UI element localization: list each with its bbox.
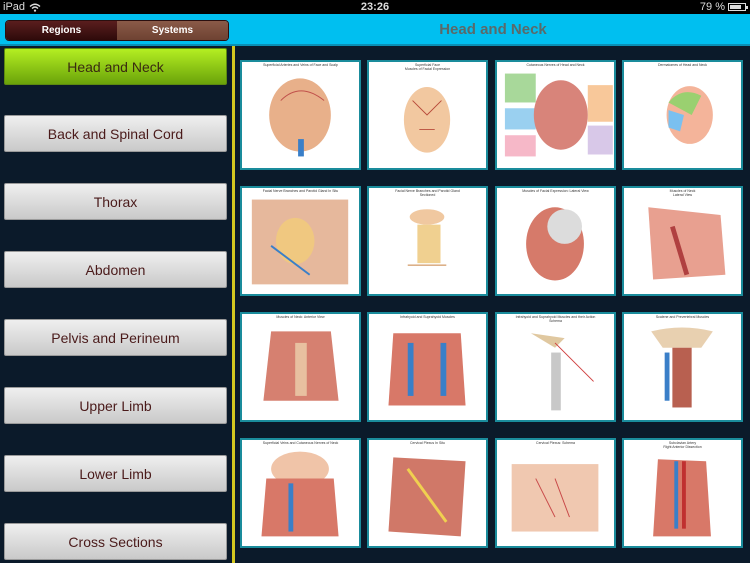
plate-title: Superficial Arteries and Veins of Face a… (263, 63, 338, 67)
plate-tile[interactable]: Infrahyoid and Suprahyoid Muscles (367, 312, 488, 422)
plate-subtitle: Sectioned (419, 193, 436, 197)
plate-tile[interactable]: Scalene and Prevertebral Muscles (622, 312, 743, 422)
plate-tile[interactable]: Facial Nerve Branches and Parotid Gland S… (367, 186, 488, 296)
segment-regions[interactable]: Regions (6, 21, 117, 40)
plate-caption: Scalene and Prevertebral Muscles (624, 315, 741, 319)
plate-illustration (526, 207, 584, 281)
segmented-control: Regions Systems (5, 20, 229, 41)
plate-caption: Facial Nerve Branches and Parotid Gland … (242, 189, 359, 193)
battery-icon (728, 3, 748, 11)
plate-illustration (251, 199, 349, 285)
plate-illustration (263, 331, 339, 401)
plate-caption: Muscles of Neck: Anterior View (242, 315, 359, 319)
plate-caption: Superficial Face Muscles of Facial Expres… (369, 63, 486, 71)
plate-illustration (388, 457, 466, 537)
plate-caption: Cervical Plexus In Situ (369, 441, 486, 445)
clock: 23:26 (360, 1, 390, 13)
page-title: Head and Neck (439, 21, 547, 38)
plate-subtitle: Schema (549, 319, 562, 323)
plate-illustration (666, 86, 713, 144)
plate-title: Muscles of Facial Expression: Lateral Vi… (522, 189, 589, 193)
plate-illustration (530, 333, 594, 411)
plate-illustration (388, 333, 466, 406)
plate-tile[interactable]: Cervical Plexus: Schema (495, 438, 616, 548)
plate-tile[interactable]: Cervical Plexus In Situ (367, 438, 488, 548)
plate-tile[interactable]: Facial Nerve Branches and Parotid Gland … (240, 186, 361, 296)
plate-caption: Muscles of Neck Lateral View (624, 189, 741, 197)
plate-tile[interactable]: Infrahyoid and Suprahyoid Muscles and th… (495, 312, 616, 422)
plate-caption: Infrahyoid and Suprahyoid Muscles and th… (497, 315, 614, 323)
battery-percent: 79 % (699, 1, 725, 13)
sidebar-item-pelvis-and-perineum[interactable]: Pelvis and Perineum (4, 319, 227, 356)
plate-illustration (261, 451, 339, 537)
plate-tile[interactable]: Muscles of Neck: Anterior View (240, 312, 361, 422)
plate-illustration (651, 327, 713, 408)
sidebar-item-upper-limb[interactable]: Upper Limb (4, 387, 227, 424)
plate-caption: Cervical Plexus: Schema (497, 441, 614, 445)
sidebar-item-cross-sections[interactable]: Cross Sections (4, 523, 227, 560)
header-bar: Regions Systems Head and Neck (0, 14, 750, 46)
sidebar-item-lower-limb[interactable]: Lower Limb (4, 455, 227, 492)
plate-tile[interactable]: Dermatomes of Head and Neck (622, 60, 743, 170)
plate-caption: Dermatomes of Head and Neck (624, 63, 741, 67)
sidebar-item-head-and-neck[interactable]: Head and Neck (4, 48, 227, 85)
plate-illustration (407, 209, 447, 266)
plate-illustration (648, 207, 726, 280)
sidebar-item-abdomen[interactable]: Abdomen (4, 251, 227, 288)
plate-title: Muscles of Neck: Anterior View (276, 315, 325, 319)
plate-caption: Infrahyoid and Suprahyoid Muscles (369, 315, 486, 319)
plate-illustration (403, 87, 451, 153)
plate-caption: Facial Nerve Branches and Parotid Gland S… (369, 189, 486, 197)
plate-title: Cutaneous Nerves of Head and Neck (526, 63, 585, 67)
plate-title: Superficial Veins and Cutaneous Nerves o… (262, 441, 339, 445)
plate-tile[interactable]: Superficial Arteries and Veins of Face a… (240, 60, 361, 170)
plate-tile[interactable]: Muscles of Neck Lateral View (622, 186, 743, 296)
plate-subtitle: Lateral View (672, 193, 693, 197)
sidebar-divider (232, 46, 235, 563)
plate-caption: Cutaneous Nerves of Head and Neck (497, 63, 614, 67)
sidebar-item-back-and-spinal-cord[interactable]: Back and Spinal Cord (4, 115, 227, 152)
plate-subtitle: Muscles of Facial Expression (404, 67, 451, 71)
plate-tile[interactable]: Superficial Veins and Cutaneous Nerves o… (240, 438, 361, 548)
plate-illustration (653, 459, 711, 537)
plate-tile[interactable]: Cutaneous Nerves of Head and Neck (495, 60, 616, 170)
sidebar: Head and Neck Back and Spinal Cord Thora… (0, 46, 232, 563)
plate-tile[interactable]: Muscles of Facial Expression: Lateral Vi… (495, 186, 616, 296)
plate-title: Cervical Plexus: Schema (536, 441, 575, 445)
segment-systems[interactable]: Systems (117, 21, 228, 40)
plate-title: Dermatomes of Head and Neck (657, 63, 708, 67)
sidebar-item-thorax[interactable]: Thorax (4, 183, 227, 220)
plate-illustration (511, 464, 599, 532)
plate-title: Scalene and Prevertebral Muscles (655, 315, 710, 319)
plate-illustration (504, 73, 613, 157)
plate-caption: Muscles of Facial Expression: Lateral Vi… (497, 189, 614, 193)
plate-title: Facial Nerve Branches and Parotid Gland … (262, 189, 339, 193)
plate-caption: Superficial Arteries and Veins of Face a… (242, 63, 359, 67)
plate-illustration (269, 78, 331, 157)
plate-subtitle: Right Anterior Dissection (663, 445, 702, 449)
plate-tile[interactable]: Subclavian Artery Right Anterior Dissecti… (622, 438, 743, 548)
plate-title: Infrahyoid and Suprahyoid Muscles (400, 315, 455, 319)
plate-tile[interactable]: Superficial Face Muscles of Facial Expres… (367, 60, 488, 170)
status-bar: iPad 23:26 79 % (0, 0, 750, 14)
plate-title: Cervical Plexus In Situ (409, 441, 445, 445)
plate-caption: Superficial Veins and Cutaneous Nerves o… (242, 441, 359, 445)
plate-caption: Subclavian Artery Right Anterior Dissecti… (624, 441, 741, 449)
